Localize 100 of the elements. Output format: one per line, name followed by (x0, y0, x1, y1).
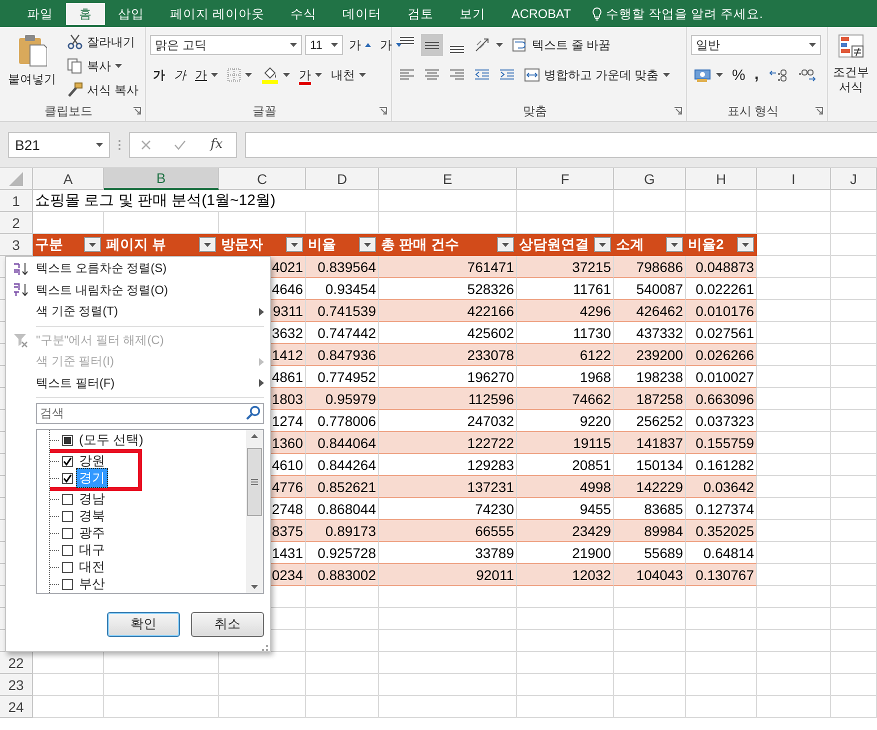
font-name-dropdown[interactable]: 맑은 고딕 (150, 35, 302, 55)
table-cell: 0.352025 (686, 520, 757, 542)
table-cell: 422166 (379, 300, 517, 322)
row-header[interactable]: 24 (0, 696, 33, 718)
column-header[interactable]: D (306, 168, 379, 190)
table-cell: 6122 (517, 344, 614, 366)
header-label: 방문자 (221, 236, 263, 254)
table-cell: 0.95979 (306, 388, 379, 410)
header-label: 비율2 (688, 236, 724, 254)
table-cell: 0.010176 (686, 300, 757, 322)
table-cell: 0.839564 (306, 256, 379, 278)
table-cell: 0.883002 (306, 564, 379, 586)
shrink-font-button[interactable]: 가 (377, 34, 405, 56)
ribbon-tab[interactable]: ACROBAT (498, 3, 584, 25)
column-header[interactable]: J (831, 168, 877, 190)
group-label: 맞춤 (522, 102, 548, 120)
cut-button[interactable]: 잘라내기 (64, 31, 142, 53)
header-label: 비율 (308, 236, 336, 254)
table-cell: 0.844064 (306, 432, 379, 454)
column-header[interactable]: F (517, 168, 614, 190)
column-header[interactable]: G (614, 168, 686, 190)
ribbon-tab[interactable]: 파일 (14, 3, 66, 25)
insert-function-button[interactable]: fx (208, 137, 225, 152)
table-cell: 66555 (379, 520, 517, 542)
ribbon-tab[interactable]: 데이터 (329, 3, 394, 25)
table-cell: 798686 (614, 256, 686, 278)
table-cell: 0.03642 (686, 476, 757, 498)
copy-button[interactable]: 복사 (64, 55, 142, 77)
table-cell: 89984 (614, 520, 686, 542)
table-cell: 0.026266 (686, 344, 757, 366)
percent-button[interactable]: % (729, 64, 748, 86)
grow-font-button[interactable]: 가 (346, 34, 374, 56)
comma-button[interactable]: , (751, 64, 762, 86)
table-cell: 19115 (517, 432, 614, 454)
table-cell: 4296 (517, 300, 614, 322)
row-header[interactable]: 22 (0, 652, 33, 674)
name-box[interactable]: B21 (8, 132, 110, 158)
cancel-button[interactable]: 취소 (191, 612, 264, 637)
row-header[interactable]: 3 (0, 234, 33, 256)
phonetic-button[interactable]: 내천 (328, 64, 369, 86)
table-cell: 74662 (517, 388, 614, 410)
table-cell: 142229 (614, 476, 686, 498)
group-label: 클립보드 (44, 102, 94, 120)
tell-me-box[interactable]: 수행할 작업을 알려 주세요. (584, 3, 771, 25)
table-cell: 761471 (379, 256, 517, 278)
table-cell: 122722 (379, 432, 517, 454)
column-header[interactable]: E (379, 168, 517, 190)
table-cell: 112596 (379, 388, 517, 410)
column-header[interactable]: B (104, 168, 219, 190)
header-label: 소계 (616, 236, 644, 254)
font-size-dropdown[interactable]: 11 (305, 35, 343, 55)
table-cell: 239200 (614, 344, 686, 366)
table-cell: 0.847936 (306, 344, 379, 366)
format-painter-button[interactable]: 서식 복사 (64, 79, 142, 101)
row-header[interactable]: 1 (0, 190, 33, 212)
wrap-text-button[interactable]: 텍스트 줄 바꿈 (509, 34, 614, 56)
header-label: 구분 (35, 236, 63, 254)
ok-button[interactable]: 확인 (107, 612, 180, 637)
table-cell: 233078 (379, 344, 517, 366)
table-cell: 0.048873 (686, 256, 757, 278)
table-cell: 141837 (614, 432, 686, 454)
table-cell: 23429 (517, 520, 614, 542)
table-cell: 0.130767 (686, 564, 757, 586)
ribbon-tab[interactable]: 홈 (66, 3, 105, 25)
ribbon-tab[interactable]: 보기 (446, 3, 498, 25)
column-header[interactable]: H (686, 168, 757, 190)
column-header[interactable]: C (219, 168, 306, 190)
ribbon-tab[interactable]: 삽입 (105, 3, 157, 25)
font-color-button[interactable]: 가 (296, 64, 325, 86)
header-label: 페이지 뷰 (106, 236, 166, 254)
number-format-dropdown[interactable]: 일반 (691, 35, 821, 55)
table-cell: 92011 (379, 564, 517, 586)
ribbon-tab[interactable]: 수식 (277, 3, 330, 25)
ribbon-tab[interactable]: 페이지 레이아웃 (157, 3, 278, 25)
item-label[interactable]: (모두 선택) (76, 430, 146, 450)
bold-button[interactable]: 가 (150, 64, 168, 86)
table-cell: 0.89173 (306, 520, 379, 542)
table-cell: 426462 (614, 300, 686, 322)
table-cell: 137231 (379, 476, 517, 498)
table-cell: 187258 (614, 388, 686, 410)
merge-center-button[interactable]: 병합하고 가운데 맞춤 (521, 64, 673, 86)
row-header[interactable]: 23 (0, 674, 33, 696)
title-cell: 쇼핑몰 로그 및 판매 분석(1월~12월) (33, 190, 379, 212)
ribbon-tab[interactable]: 검토 (394, 3, 446, 25)
row-header[interactable]: 2 (0, 212, 33, 234)
table-cell: 12032 (517, 564, 614, 586)
group-label: 표시 형식 (726, 102, 780, 120)
table-cell: 4998 (517, 476, 614, 498)
underline-button[interactable]: 가 (192, 64, 221, 86)
table-cell: 0.155759 (686, 432, 757, 454)
paste-button[interactable]: 붙여넣기 (4, 31, 60, 101)
group-label: 글꼴 (252, 102, 278, 120)
column-header[interactable]: A (33, 168, 104, 190)
table-cell: 0.852621 (306, 476, 379, 498)
conditional-formatting-button[interactable]: 조건부 서식 (832, 31, 870, 101)
table-cell: 37215 (517, 256, 614, 278)
search-field[interactable]: 검색 (36, 402, 264, 424)
italic-button[interactable]: 가 (171, 64, 189, 86)
table-cell: 0.663096 (686, 388, 757, 410)
column-header[interactable]: I (757, 168, 831, 190)
